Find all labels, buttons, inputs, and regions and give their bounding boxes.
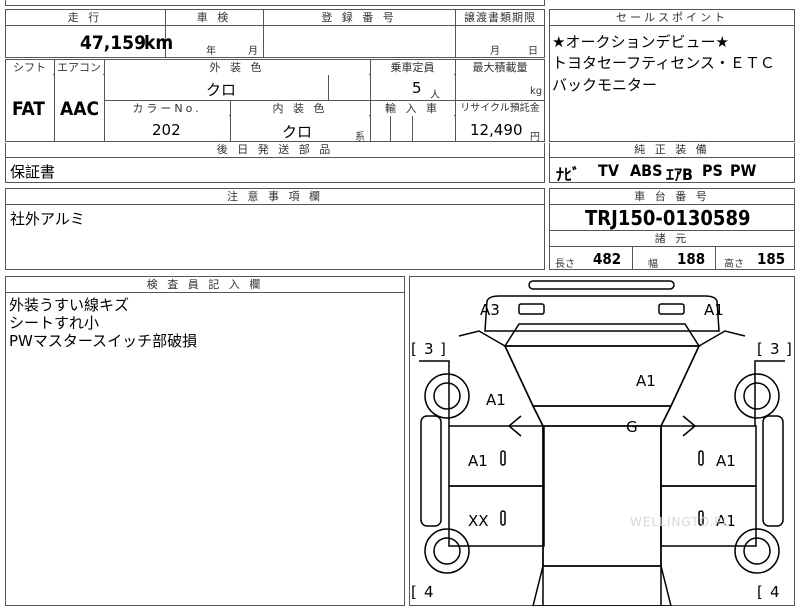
equipment-item-ps: PS xyxy=(702,161,723,180)
capacity-unit: 人 xyxy=(430,90,440,101)
interior-color-header: 内 装 色 xyxy=(231,101,369,116)
inspection-year: 年 xyxy=(206,46,216,57)
later-parts-value: 保証書 xyxy=(10,163,56,181)
tire-front-right: 3 xyxy=(770,340,780,358)
capacity-header: 乗車定員 xyxy=(371,60,454,75)
equipment-item-abs: ABS xyxy=(630,161,663,180)
exterior-color-header: 外 装 色 xyxy=(105,60,369,75)
car-diagram xyxy=(419,280,785,606)
mark-left-front-door: A1 xyxy=(468,452,488,470)
notes-header: 注 意 事 項 欄 xyxy=(6,189,544,204)
equipment-item-pw: PW xyxy=(730,161,757,180)
tire-front-left: 3 xyxy=(424,340,434,358)
load-header: 最大積載量 xyxy=(456,60,544,75)
mark-right-front-door: A1 xyxy=(716,452,736,470)
mileage-header: 走 行 xyxy=(6,10,164,25)
inspection-month: 月 xyxy=(248,46,258,57)
color-no-header: カラーNo. xyxy=(105,101,229,116)
mileage-value: 47,159 xyxy=(80,32,146,54)
recycle-header: リサイクル預託金 xyxy=(456,101,544,116)
tire-front-right-open: [ xyxy=(757,340,763,358)
sales-point-2: トヨタセーフティセンス・ＥＴＣ xyxy=(552,54,775,72)
mark-front-right: A1 xyxy=(704,301,724,319)
top-strip xyxy=(5,0,545,6)
notes-value: 社外アルミ xyxy=(10,210,85,228)
tire-front-left-close: ] xyxy=(440,340,446,358)
tire-rear-right: 4 xyxy=(770,583,780,601)
inspection-header: 車 検 xyxy=(166,10,262,25)
dimensions-header: 諸 元 xyxy=(550,231,794,246)
sales-point-3: バックモニター xyxy=(552,76,658,94)
registration-header: 登 録 番 号 xyxy=(264,10,454,25)
color-no-value: 202 xyxy=(152,121,181,139)
watermark: WELLINGTO.PL xyxy=(630,515,731,529)
length-label: 長さ xyxy=(555,259,575,270)
equipment-header: 純 正 装 備 xyxy=(550,143,794,157)
tire-rear-left-open: [ xyxy=(411,583,417,601)
recycle-unit: 円 xyxy=(530,132,540,143)
width-label: 幅 xyxy=(648,259,658,270)
mark-hood: A1 xyxy=(636,372,656,390)
shift-value: FAT xyxy=(12,98,45,120)
mark-roof: G xyxy=(626,418,638,436)
tire-front-right-close: ] xyxy=(786,340,792,358)
equipment-item-tv: TV xyxy=(598,161,619,180)
height-value: 185 xyxy=(757,250,786,268)
width-value: 188 xyxy=(677,250,706,268)
transfer-header: 譲渡書類期限 xyxy=(456,10,544,25)
mileage-unit: km xyxy=(144,32,174,54)
inspector-line-3: PWマスタースイッチ部破損 xyxy=(9,332,198,350)
chassis-header: 車 台 番 号 xyxy=(550,189,794,204)
load-unit: kg xyxy=(530,86,543,97)
mark-front-left: A3 xyxy=(480,301,500,319)
tire-front-left-open: [ xyxy=(411,340,417,358)
inspector-header: 検 査 員 記 入 欄 xyxy=(6,277,404,292)
transfer-day: 日 xyxy=(528,46,538,57)
shift-header: シフト xyxy=(6,60,53,75)
tire-rear-right-open: [ xyxy=(757,583,763,601)
height-label: 高さ xyxy=(724,259,744,270)
import-header: 輸 入 車 xyxy=(371,101,454,116)
ac-value: AAC xyxy=(60,98,100,120)
tire-rear-left: 4 xyxy=(424,583,434,601)
equipment-item-navi: ﾅﾋﾞ xyxy=(556,165,581,184)
chassis-number: TRJ150-0130589 xyxy=(585,206,751,230)
sales-points-header: セールスポイント xyxy=(550,10,794,25)
mark-left-fender: A1 xyxy=(486,391,506,409)
interior-suffix: 系 xyxy=(355,132,365,143)
recycle-value: 12,490 xyxy=(470,121,523,139)
length-value: 482 xyxy=(593,250,622,268)
equipment-item-airbag: ｴｱB xyxy=(666,165,693,184)
interior-color-value: クロ xyxy=(282,123,313,141)
exterior-color-value: クロ xyxy=(206,81,237,99)
ac-header: エアコン xyxy=(55,60,103,75)
mark-left-rear-door: XX xyxy=(468,512,489,530)
sales-point-1: ★オークションデビュー★ xyxy=(552,33,729,51)
capacity-value: 5 xyxy=(412,79,422,97)
later-parts-header: 後 日 発 送 部 品 xyxy=(6,143,544,157)
transfer-month: 月 xyxy=(490,46,500,57)
